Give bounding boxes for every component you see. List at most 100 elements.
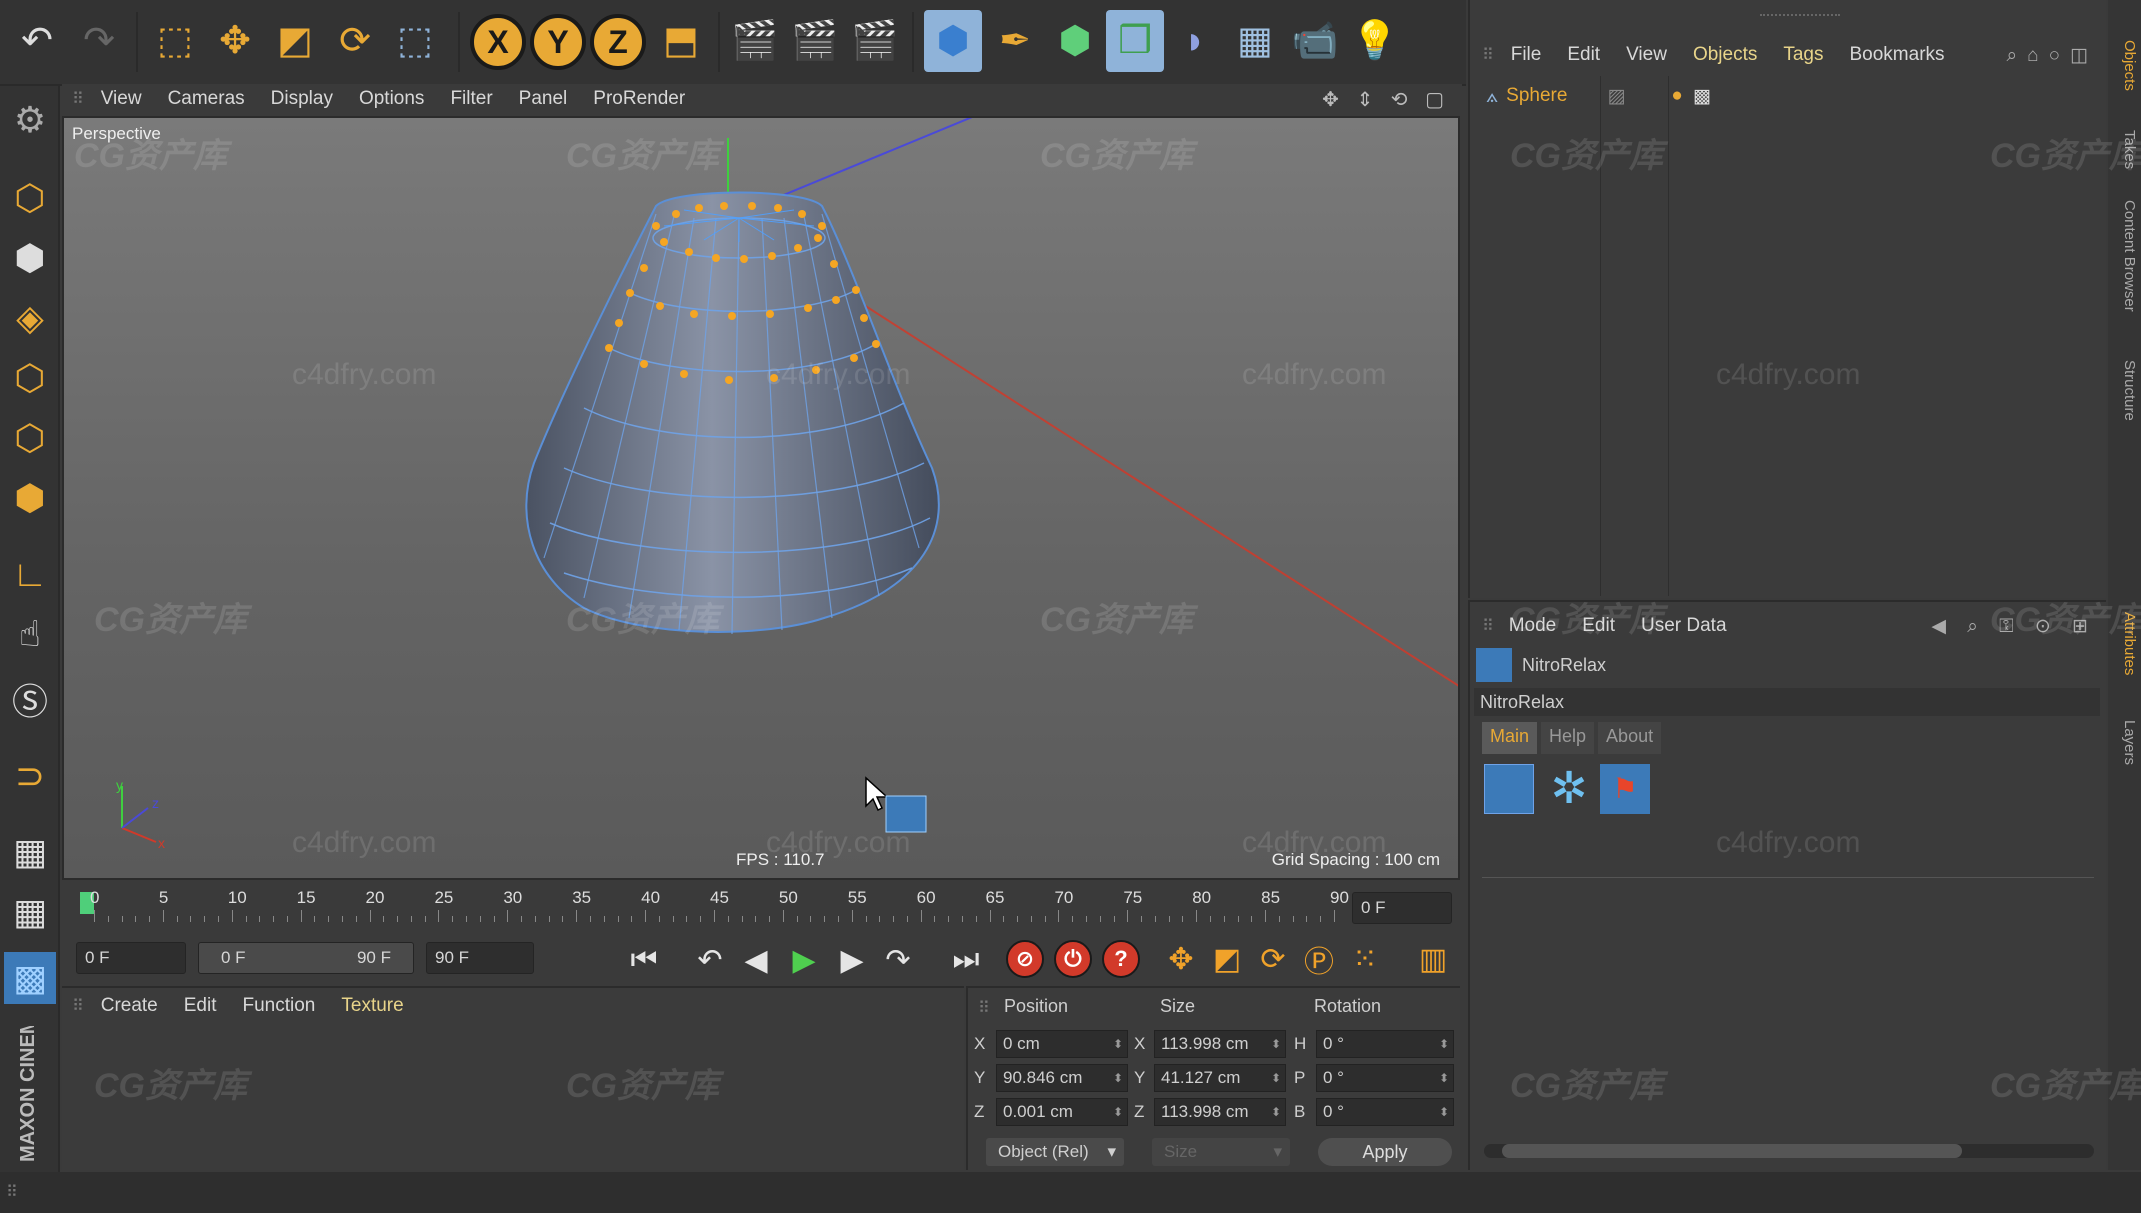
menu-tags[interactable]: Tags <box>1783 44 1823 66</box>
play-button[interactable]: ▶ <box>784 940 824 980</box>
relax-mesh-button[interactable] <box>1484 764 1534 814</box>
spinner-arrows-icon[interactable]: ⬍ <box>1271 1065 1281 1091</box>
planar-workplane-button[interactable]: ▦ <box>4 886 56 938</box>
menu-panel[interactable]: Panel <box>519 88 568 110</box>
spinner-arrows-icon[interactable]: ⬍ <box>1271 1031 1281 1057</box>
spinner-arrows-icon[interactable]: ⬍ <box>1439 1065 1449 1091</box>
spinner-arrows-icon[interactable]: ⬍ <box>1113 1099 1123 1125</box>
x-axis-lock-button[interactable]: X <box>470 14 526 70</box>
relax-web-button[interactable]: ✲ <box>1544 764 1594 814</box>
record-parameter-button[interactable]: Ⓟ <box>1300 940 1338 979</box>
coordinate-mode-select[interactable]: Object (Rel) ▾ <box>986 1138 1124 1166</box>
record-active-objects-button[interactable]: ⊘ <box>1006 940 1044 978</box>
tweak-mode-button[interactable]: ☝ <box>4 608 56 660</box>
redo-button[interactable]: ↷ <box>70 10 128 72</box>
tab-main[interactable]: Main <box>1482 722 1538 754</box>
next-frame-button[interactable]: ▶ <box>832 940 872 980</box>
menu-edit[interactable]: Edit <box>1567 44 1600 66</box>
record-point-level-button[interactable]: ⁙ <box>1346 940 1384 978</box>
rectangle-selection-button[interactable]: ⬚ <box>386 10 444 72</box>
go-to-end-button[interactable]: ⏭ <box>946 940 986 980</box>
viewport-nav-icons[interactable]: ✥ ⇕ ⟲ ▢ <box>1322 87 1450 112</box>
size-field[interactable]: 41.127 cm ⬍ <box>1154 1064 1286 1092</box>
end-frame-field[interactable]: 90 F <box>426 942 534 974</box>
timeline-window-button[interactable]: ▥ <box>1414 940 1452 978</box>
y-axis-lock-button[interactable]: Y <box>530 14 586 70</box>
solo-mode-button[interactable]: Ⓢ <box>4 676 56 728</box>
start-frame-field[interactable]: 0 F <box>76 942 186 974</box>
menu-create[interactable]: Create <box>101 995 158 1017</box>
render-settings-button[interactable]: 🎬 <box>846 10 904 72</box>
size-field[interactable]: 113.998 cm ⬍ <box>1154 1030 1286 1058</box>
menu-texture[interactable]: Texture <box>341 995 403 1017</box>
scale-tool-button[interactable]: ◩ <box>266 10 324 72</box>
subdivision-surface-button[interactable]: ⬢ <box>1046 10 1104 72</box>
menu-view[interactable]: View <box>1626 44 1667 66</box>
polygons-mode-button[interactable]: ⬢ <box>4 472 56 524</box>
menu-display[interactable]: Display <box>271 88 333 110</box>
texture-mode-button[interactable]: ⬢ <box>4 232 56 284</box>
spinner-arrows-icon[interactable]: ⬍ <box>1439 1031 1449 1057</box>
keyframe-selection-button[interactable]: ? <box>1102 940 1140 978</box>
floor-object-button[interactable]: ▦ <box>1226 10 1284 72</box>
side-tab-objects[interactable]: Objects <box>2112 40 2138 91</box>
go-to-start-button[interactable]: ⏮ <box>624 940 664 980</box>
menu-edit[interactable]: Edit <box>184 995 217 1017</box>
rotation-field[interactable]: 0 ° ⬍ <box>1316 1098 1454 1126</box>
phong-tag-icon[interactable]: ● <box>1671 85 1682 107</box>
side-tab-content-browser[interactable]: Content Browser <box>2112 200 2138 312</box>
make-editable-button[interactable]: ⚙ <box>4 94 56 146</box>
camera-object-button[interactable]: 📹 <box>1286 10 1344 72</box>
cube-object-button[interactable]: ⬢ <box>924 10 982 72</box>
object-manager-tools[interactable]: ⌕⌂○◫ <box>2006 44 2098 67</box>
texture-tag-icon[interactable]: ▩ <box>1693 85 1711 108</box>
nitrorelax-plugin-button[interactable]: ▩ <box>4 952 56 1004</box>
model-mode-button[interactable]: ⬡ <box>4 172 56 224</box>
coordinate-system-button[interactable]: ⬒ <box>652 10 710 72</box>
record-rotation-button[interactable]: ⟳ <box>1254 940 1292 978</box>
points-mode-button[interactable]: ⬡ <box>4 352 56 404</box>
tab-help[interactable]: Help <box>1541 722 1595 754</box>
menu-view[interactable]: View <box>101 88 142 110</box>
side-tab-structure[interactable]: Structure <box>2112 360 2138 421</box>
menu-objects[interactable]: Objects <box>1693 44 1757 66</box>
axis-mode-button[interactable]: ∟ <box>4 548 56 600</box>
relax-settings-button[interactable]: ⚑ <box>1600 764 1650 814</box>
tab-about[interactable]: About <box>1598 722 1662 754</box>
object-name[interactable]: Sphere <box>1506 85 1567 107</box>
record-position-button[interactable]: ✥ <box>1162 940 1200 978</box>
size-field[interactable]: 113.998 cm ⬍ <box>1154 1098 1286 1126</box>
menu-function[interactable]: Function <box>243 995 316 1017</box>
visibility-toggle-icon[interactable]: ▨ <box>1607 85 1625 108</box>
z-axis-lock-button[interactable]: Z <box>590 14 646 70</box>
timeline-ruler[interactable]: 0 5 10 15 20 25 30 35 40 45 50 55 60 65 70 75 80 85 90 0 F <box>62 882 1460 930</box>
menu-file[interactable]: File <box>1511 44 1542 66</box>
size-mode-select[interactable]: Size ▾ <box>1152 1138 1290 1166</box>
rotation-field[interactable]: 0 ° ⬍ <box>1316 1030 1454 1058</box>
undo-button[interactable]: ↶ <box>8 10 66 72</box>
object-row-sphere[interactable]: ⟑ Sphere ▨ ● ▩ <box>1486 80 1711 112</box>
current-frame-field[interactable]: 0 F <box>1352 892 1452 924</box>
deformer-button[interactable]: ◗ <box>1166 10 1224 72</box>
menu-bookmarks[interactable]: Bookmarks <box>1850 44 1945 66</box>
record-scale-button[interactable]: ◩ <box>1208 940 1246 978</box>
autokeying-button[interactable]: ⏻ <box>1054 940 1092 978</box>
position-field[interactable]: 0.001 cm ⬍ <box>996 1098 1128 1126</box>
spinner-arrows-icon[interactable]: ⬍ <box>1439 1099 1449 1125</box>
previous-frame-button[interactable]: ◀ <box>736 940 776 980</box>
spinner-arrows-icon[interactable]: ⬍ <box>1271 1099 1281 1125</box>
array-object-button[interactable]: ❒ <box>1106 10 1164 72</box>
lock-workplane-button[interactable]: ▦ <box>4 826 56 878</box>
render-view-button[interactable]: 🎬 <box>726 10 784 72</box>
spinner-arrows-icon[interactable]: ⬍ <box>1113 1065 1123 1091</box>
position-field[interactable]: 0 cm ⬍ <box>996 1030 1128 1058</box>
rotate-tool-button[interactable]: ⟳ <box>326 10 384 72</box>
render-picture-viewer-button[interactable]: 🎬 <box>786 10 844 72</box>
menu-filter[interactable]: Filter <box>450 88 492 110</box>
previous-key-button[interactable]: ↶ <box>690 940 730 980</box>
rotation-field[interactable]: 0 ° ⬍ <box>1316 1064 1454 1092</box>
light-object-button[interactable]: 💡 <box>1346 10 1404 72</box>
spinner-arrows-icon[interactable]: ⬍ <box>1113 1031 1123 1057</box>
viewport-perspective[interactable]: Perspective y z x FPS: 110.7 Grid Spaci… <box>62 116 1460 880</box>
edges-mode-button[interactable]: ⬡ <box>4 412 56 464</box>
